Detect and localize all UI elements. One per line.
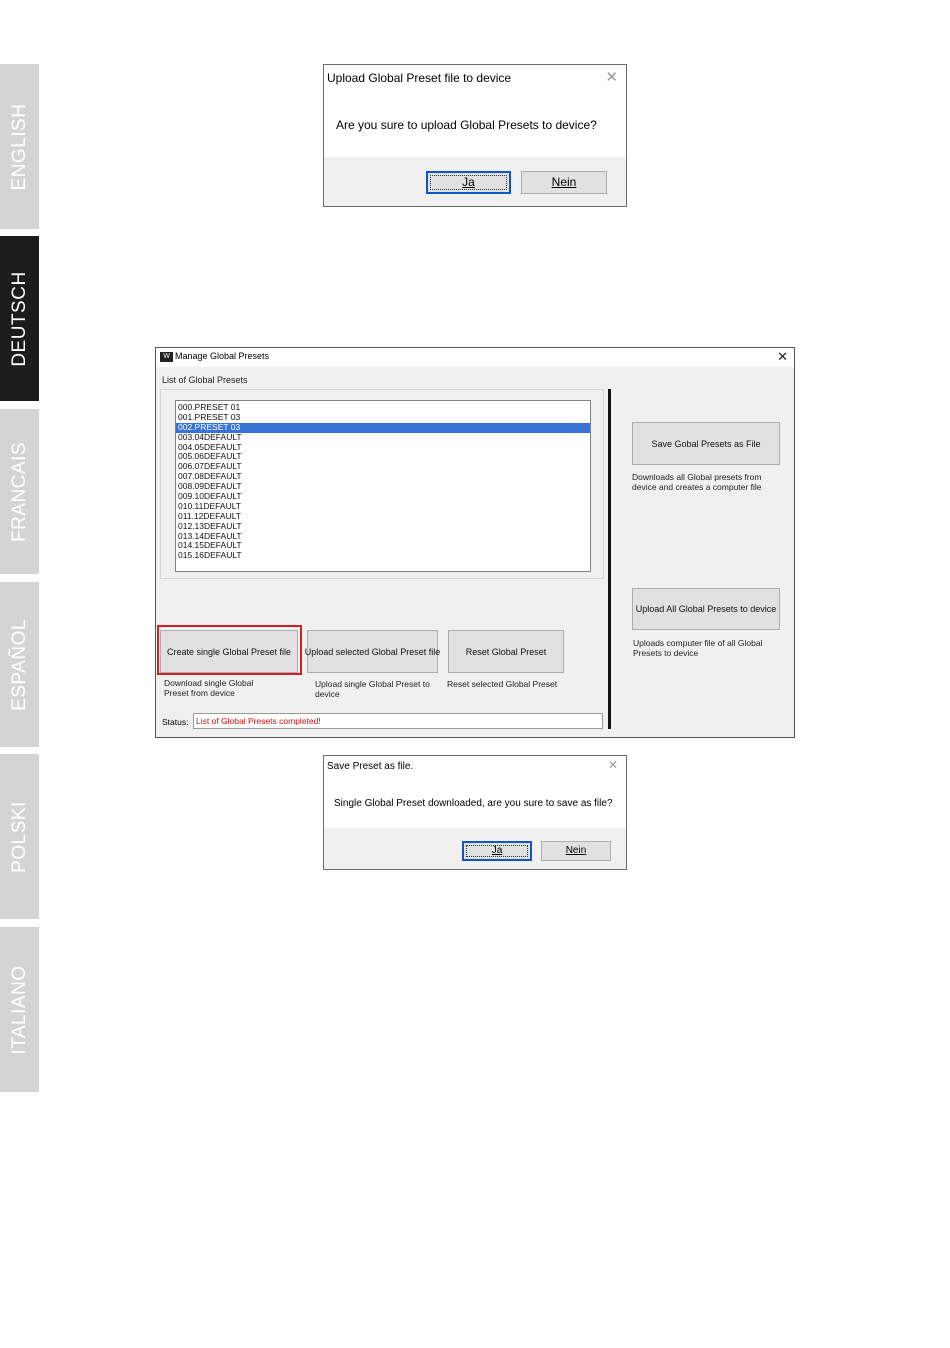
dialog-title: Upload Global Preset file to device — [327, 71, 512, 85]
upload-all-presets-button[interactable]: Upload All Global Presets to device — [632, 588, 780, 630]
lang-tab-label: ENGLISH — [8, 103, 30, 190]
no-button[interactable]: Nein — [541, 841, 611, 861]
upload-all-description: Uploads computer file of all Global Pres… — [633, 638, 763, 658]
upload-selected-description: Upload single Global Preset to device — [315, 679, 430, 699]
save-all-description: Downloads all Global presets from device… — [632, 472, 762, 492]
no-button[interactable]: Nein — [521, 171, 607, 194]
yes-button[interactable]: Ja — [426, 171, 511, 194]
upload-confirm-dialog: Upload Global Preset file to device ✕ Ar… — [323, 64, 627, 207]
dialog-title: Save Preset as file. — [327, 761, 414, 772]
lang-tab-label: DEUTSCH — [8, 270, 30, 367]
create-single-preset-button[interactable]: Create single Global Preset file — [160, 630, 298, 673]
lang-tab-deutsch[interactable]: DEUTSCH — [0, 236, 39, 401]
save-confirm-dialog: Save Preset as file. ✕ Single Global Pre… — [323, 755, 627, 870]
manage-global-presets-window: W Manage Global Presets ✕ List of Global… — [155, 347, 795, 738]
lang-tab-label: ITALIANO — [8, 964, 30, 1055]
vertical-divider — [608, 389, 611, 729]
dialog-message: Single Global Preset downloaded, are you… — [334, 798, 613, 809]
lang-tab-label: ESPAÑOL — [8, 618, 30, 711]
upload-selected-preset-button[interactable]: Upload selected Global Preset file — [305, 630, 440, 673]
lang-tab-english[interactable]: ENGLISH — [0, 64, 39, 229]
close-icon[interactable]: ✕ — [608, 759, 618, 771]
app-icon: W — [160, 352, 173, 362]
close-icon[interactable]: ✕ — [777, 349, 788, 365]
lang-tab-label: POLSKI — [8, 800, 30, 873]
reset-description: Reset selected Global Preset — [447, 679, 558, 689]
dialog-message: Are you sure to upload Global Presets to… — [336, 118, 597, 132]
lang-tab-francais[interactable]: FRANCAIS — [0, 409, 39, 574]
save-all-presets-button[interactable]: Save Gobal Presets as File — [632, 422, 780, 465]
reset-preset-button[interactable]: Reset Global Preset — [448, 630, 564, 673]
lang-tab-polski[interactable]: POLSKI — [0, 754, 39, 919]
window-title: Manage Global Presets — [175, 351, 270, 361]
lang-tab-espanol[interactable]: ESPAÑOL — [0, 582, 39, 747]
list-label: List of Global Presets — [162, 375, 248, 385]
preset-list-item[interactable]: 015.16DEFAULT — [176, 550, 590, 561]
lang-tab-italiano[interactable]: ITALIANO — [0, 927, 39, 1092]
close-icon[interactable]: ✕ — [605, 70, 618, 85]
status-field: List of Global Presets completed! — [193, 713, 603, 729]
yes-button[interactable]: Ja — [462, 841, 532, 861]
create-single-description: Download single Global Preset from devic… — [164, 678, 254, 698]
preset-listbox[interactable]: 000.PRESET 01 001.PRESET 03 002.PRESET 03 0… — [175, 400, 591, 572]
status-label: Status: — [162, 717, 189, 727]
lang-tab-label: FRANCAIS — [8, 441, 30, 542]
